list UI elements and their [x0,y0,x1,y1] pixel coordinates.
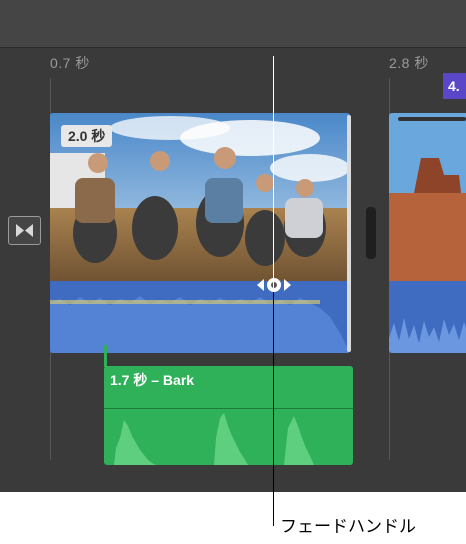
audio-connector [104,345,107,367]
ruler-time-right: 2.8 秒 [389,55,429,71]
next-clip-thumbnail [389,113,466,353]
audio-waveform [114,413,314,465]
timeline-ruler [0,0,466,48]
clip-duration-badge: 2.0 秒 [61,125,113,147]
timeline-panel: 0.7 秒 2.8 秒 2.0 秒 4. 1.7 秒 – Bark [0,0,466,492]
video-clip[interactable] [50,113,350,353]
ruler-time-left: 0.7 秒 [50,55,90,71]
next-clip-duration-badge: 4. [443,73,466,99]
callout-line-lower [273,292,274,526]
audio-clip-label: 1.7 秒 – Bark [110,372,195,388]
transition-icon [16,224,33,237]
next-clip-top-bar [398,117,466,121]
audio-clip[interactable]: 1.7 秒 – Bark [104,366,353,465]
fade-handle-icon[interactable] [255,276,293,294]
video-thumbnail [50,113,350,353]
scroll-handle[interactable] [366,207,376,259]
next-video-clip[interactable] [389,113,466,353]
clip-trim-handle[interactable] [347,115,351,352]
transition-button[interactable] [8,216,41,245]
fade-handle-callout: フェードハンドル [280,517,416,536]
